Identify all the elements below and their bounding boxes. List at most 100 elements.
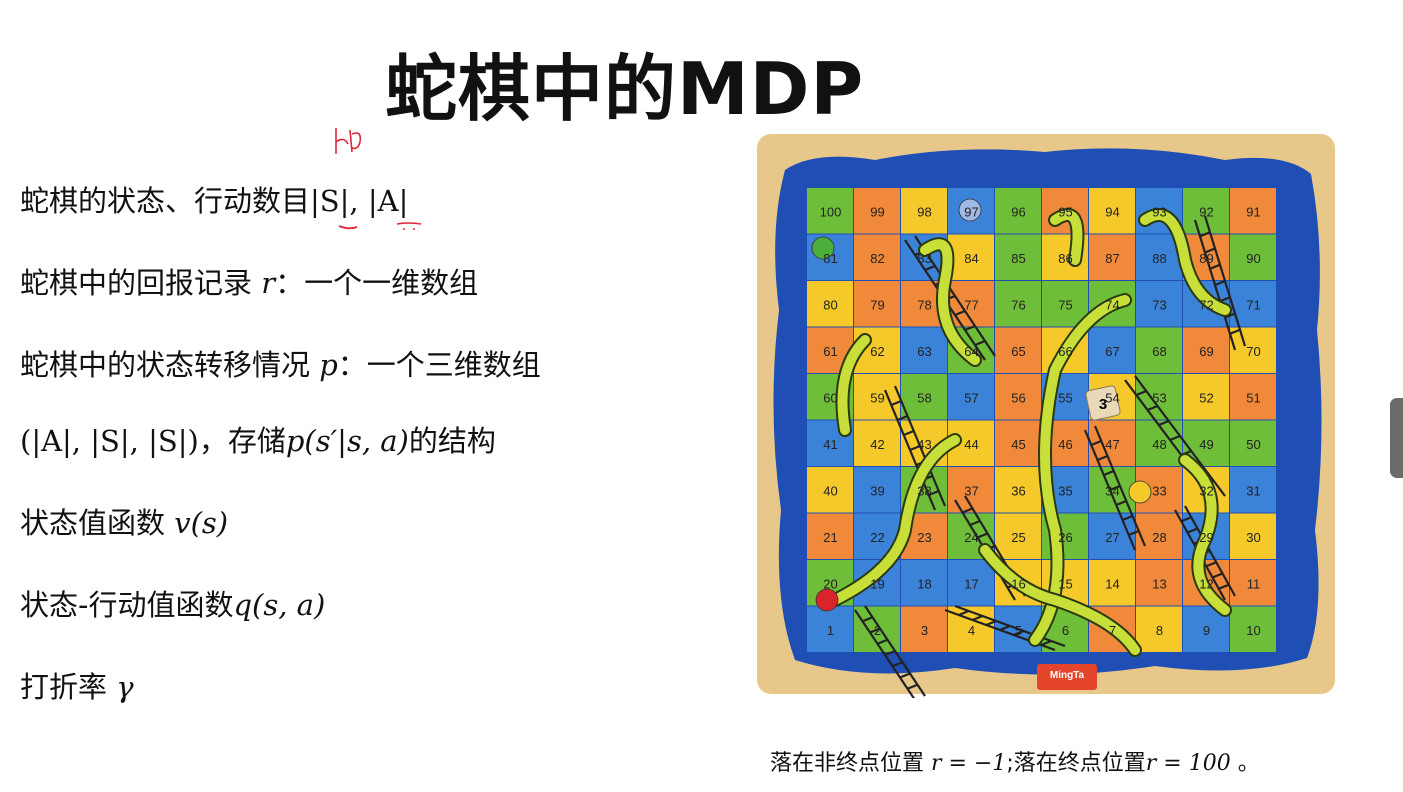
math-symbol: v(s) [174, 506, 229, 540]
text-line-reward: 蛇棋中的回报记录 r：一个一维数组 [20, 260, 478, 302]
side-panel-handle[interactable] [1390, 398, 1403, 478]
cell-number: 88 [1152, 251, 1166, 266]
cell-number: 1 [827, 623, 834, 638]
cell-number: 95 [1058, 204, 1072, 219]
cell-number: 99 [870, 204, 884, 219]
cell-number: 75 [1058, 297, 1072, 312]
cell-number: 24 [964, 530, 978, 545]
cell-number: 79 [870, 297, 884, 312]
cell-number: 13 [1152, 576, 1166, 591]
cell-number: 85 [1011, 251, 1025, 266]
line-text: 蛇棋中的回报记录 [20, 266, 262, 300]
cell-number: 19 [870, 576, 884, 591]
cell-number: 89 [1199, 251, 1213, 266]
game-piece [815, 588, 839, 612]
cell-number: 38 [917, 483, 931, 498]
cell-number: 78 [917, 297, 931, 312]
cell-number: 71 [1246, 297, 1260, 312]
cell-number: 33 [1152, 483, 1166, 498]
cell-number: 70 [1246, 344, 1260, 359]
cell-number: 77 [964, 297, 978, 312]
cell-number: 55 [1058, 390, 1072, 405]
cell-number: 45 [1011, 437, 1025, 452]
cell-number: 42 [870, 437, 884, 452]
cell-number: 93 [1152, 204, 1166, 219]
cell-number: 62 [870, 344, 884, 359]
cell-number: 100 [820, 204, 842, 219]
cell-number: 34 [1105, 483, 1119, 498]
cell-number: 17 [964, 576, 978, 591]
line-text: 状态-行动值函数 [20, 588, 234, 622]
cell-number: 82 [870, 251, 884, 266]
cell-number: 98 [917, 204, 931, 219]
handwriting-annotation [335, 128, 362, 154]
cell-number: 51 [1246, 390, 1260, 405]
cell-number: 12 [1199, 576, 1213, 591]
text-line-discount: 打折率 γ [20, 664, 134, 706]
cell-number: 36 [1011, 483, 1025, 498]
cell-number: 50 [1246, 437, 1260, 452]
cell-number: 63 [917, 344, 931, 359]
cell-number: 43 [917, 437, 931, 452]
cell-number: 60 [823, 390, 837, 405]
cell-number: 83 [917, 251, 931, 266]
cell-number: 29 [1199, 530, 1213, 545]
cell-number: 86 [1058, 251, 1072, 266]
cell-number: 35 [1058, 483, 1072, 498]
math-symbol: p [319, 348, 338, 382]
note-math: r = −1 [931, 751, 1007, 776]
cell-number: 97 [964, 204, 978, 219]
cell-number: 28 [1152, 530, 1166, 545]
cell-number: 73 [1152, 297, 1166, 312]
cell-number: 23 [917, 530, 931, 545]
cell-number: 11 [1247, 576, 1261, 591]
cell-number: 94 [1105, 204, 1119, 219]
text-line-state-action-count: 蛇棋的状态、行动数目|S|, |A| [20, 178, 408, 220]
math-symbol: r [261, 266, 276, 300]
cell-number: 81 [823, 251, 837, 266]
note-text: 落在非终点位置 [770, 751, 931, 776]
cell-number: 47 [1105, 437, 1119, 452]
cell-number: 48 [1152, 437, 1166, 452]
cell-number: 21 [823, 530, 837, 545]
cell-number: 67 [1105, 344, 1119, 359]
note-text: 。 [1230, 751, 1260, 776]
cell-number: 57 [964, 390, 978, 405]
cell-number: 49 [1199, 437, 1213, 452]
cell-number: 96 [1011, 204, 1025, 219]
cell-number: 76 [1011, 297, 1025, 312]
page-title: 蛇棋中的MDP [385, 47, 865, 131]
snakes-and-ladders-board: 3 100 99 98 97 96 95 94 93 92 91 81 82 83 84 85 86 87 88 8… [755, 130, 1337, 701]
cell-number: 59 [870, 390, 884, 405]
cell-number: 91 [1246, 204, 1260, 219]
line-text: 的结构 [408, 424, 496, 458]
line-text: ：一个三维数组 [337, 348, 541, 382]
cell-number: 39 [870, 483, 884, 498]
cell-number: 9 [1203, 623, 1210, 638]
cell-number: 44 [964, 437, 978, 452]
cell-number: 92 [1199, 204, 1213, 219]
cell-number: 31 [1246, 483, 1260, 498]
cell-number: 27 [1105, 530, 1119, 545]
board-illustration: 3 100 99 98 97 96 95 94 93 92 9181 82 83 84 85 86 87 88 8… [757, 134, 1335, 701]
cell-number: 37 [964, 483, 978, 498]
cell-number: 74 [1105, 297, 1119, 312]
cell-number: 16 [1011, 576, 1025, 591]
cell-number: 72 [1199, 297, 1213, 312]
cell-number: 3 [921, 623, 928, 638]
text-line-q-function: 状态-行动值函数q(s, a) [20, 582, 325, 624]
cell-number: 7 [1109, 623, 1116, 638]
cell-number: 18 [917, 576, 931, 591]
cell-number: 68 [1152, 344, 1166, 359]
reward-note: 落在非终点位置 r = −1;落在终点位置r = 100 。 [770, 745, 1260, 777]
cell-number: 58 [917, 390, 931, 405]
line-text: 打折率 [20, 670, 117, 704]
cell-number: 65 [1011, 344, 1025, 359]
cell-number: 6 [1062, 623, 1069, 638]
cell-number: 66 [1058, 344, 1072, 359]
cell-number: 30 [1246, 530, 1260, 545]
cell-number: 25 [1011, 530, 1025, 545]
cell-number: 26 [1058, 530, 1072, 545]
math-expression: (|A|, |S|, |S|) [20, 424, 199, 458]
underline-annotation [338, 222, 422, 230]
